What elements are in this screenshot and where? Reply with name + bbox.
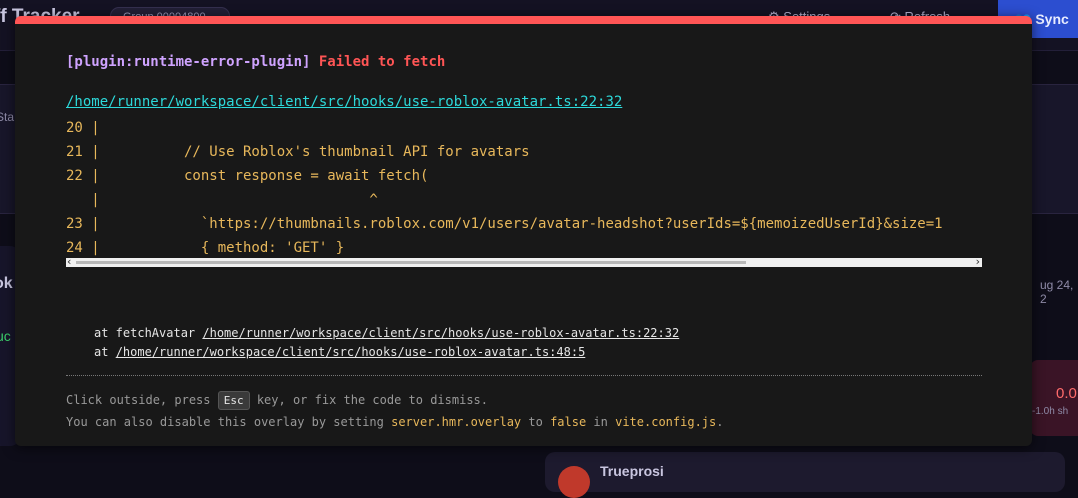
scroll-left-icon[interactable]: ‹ — [67, 255, 71, 268]
stack-line: at fetchAvatar /home/runner/workspace/cl… — [94, 324, 679, 343]
config-file: vite.config.js — [615, 415, 717, 429]
sync-label: Sync — [1035, 11, 1069, 27]
error-message: [plugin:runtime-error-plugin] Failed to … — [66, 54, 445, 70]
tip-text: to — [521, 415, 551, 429]
date-text: ug 24, 2 — [1040, 278, 1074, 306]
left-heading: ok — [0, 275, 13, 292]
config-value: false — [550, 415, 587, 429]
scroll-right-icon[interactable]: › — [976, 255, 980, 268]
esc-key: Esc — [217, 391, 250, 410]
code-line: 23 | `https://thumbnails.roblox.com/v1/u… — [66, 216, 943, 232]
disable-tip: You can also disable this overlay by set… — [66, 415, 723, 429]
error-overlay[interactable]: [plugin:runtime-error-plugin] Failed to … — [15, 16, 1032, 446]
stack-trace: at fetchAvatar /home/runner/workspace/cl… — [94, 324, 679, 362]
tip-divider — [66, 375, 982, 376]
config-key: server.hmr.overlay — [391, 415, 522, 429]
code-line: 21 | // Use Roblox's thumbnail API for a… — [66, 144, 530, 160]
stack-line: at /home/runner/workspace/client/src/hoo… — [94, 343, 679, 362]
stack-prefix: at fetchAvatar — [94, 326, 203, 340]
scrollbar-thumb[interactable] — [76, 261, 746, 264]
tip-text: key, or fix the code to dismiss. — [249, 393, 489, 407]
error-file-link[interactable]: /home/runner/workspace/client/src/hooks/… — [66, 94, 622, 110]
code-line: 22 | const response = await fetch( — [66, 168, 429, 184]
code-line: 20 | — [66, 120, 100, 136]
code-line: | ^ — [66, 192, 378, 208]
plugin-tag: [plugin:runtime-error-plugin] — [66, 54, 311, 70]
stack-prefix: at — [94, 345, 116, 359]
red-stat-value: 0.0 — [1056, 385, 1077, 402]
red-stat-sub: -1.0h sh — [1032, 406, 1069, 417]
stack-location-link[interactable]: /home/runner/workspace/client/src/hooks/… — [202, 326, 679, 340]
stack-location-link[interactable]: /home/runner/workspace/client/src/hooks/… — [116, 345, 586, 359]
tip-text: . — [716, 415, 724, 429]
code-frame[interactable]: 20 | 21 | // Use Roblox's thumbnail API … — [66, 116, 982, 276]
dismiss-tip: Click outside, press Esc key, or fix the… — [66, 391, 488, 410]
code-line: 24 | { method: 'GET' } — [66, 240, 345, 256]
avatar — [558, 466, 590, 498]
tip-text: Click outside, press — [66, 393, 218, 407]
error-text: Failed to fetch — [318, 54, 446, 70]
tip-text: in — [586, 415, 616, 429]
tip-text: You can also disable this overlay by set… — [66, 415, 392, 429]
member-name: Trueprosi — [600, 463, 664, 479]
stat-label: Sta — [0, 110, 15, 124]
code-frame-scrollbar[interactable]: ‹ › — [66, 255, 982, 268]
left-status: uc — [0, 328, 11, 344]
